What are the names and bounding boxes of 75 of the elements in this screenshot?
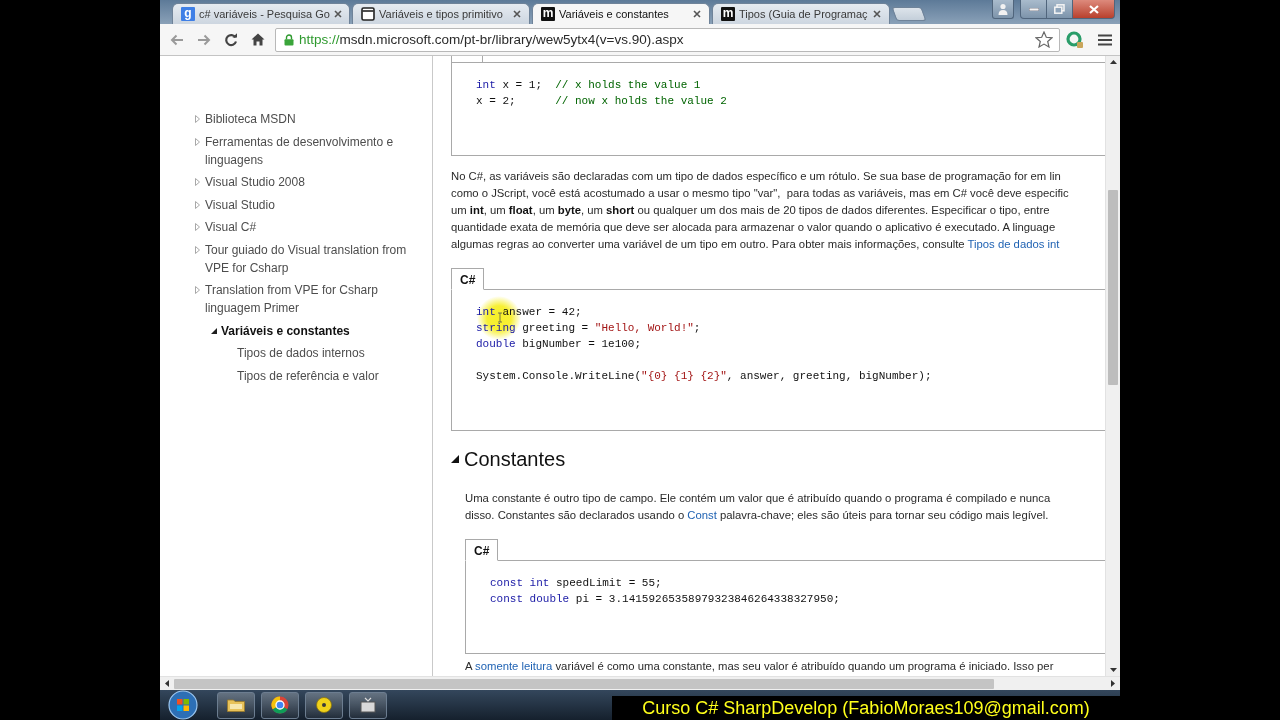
code-line: const int speedLimit = 55; bbox=[490, 576, 662, 591]
triangle-down-icon[interactable] bbox=[1109, 668, 1117, 672]
window-icon bbox=[361, 7, 375, 21]
scrollbar-thumb[interactable] bbox=[174, 678, 994, 689]
close-icon[interactable] bbox=[873, 10, 881, 18]
browser-tab[interactable]: Variáveis e tipos primitivo bbox=[352, 3, 530, 24]
start-orb-icon[interactable] bbox=[168, 690, 198, 720]
toc-link[interactable]: Visual C# bbox=[205, 218, 257, 236]
toc-link[interactable]: Tipos de dados internos bbox=[237, 344, 365, 362]
triangle-up-icon[interactable] bbox=[1109, 60, 1117, 64]
close-button[interactable] bbox=[1073, 0, 1115, 19]
close-icon[interactable] bbox=[333, 10, 342, 18]
code-line: x = 2; // now x holds the value 2 bbox=[476, 94, 727, 109]
taskbar-button[interactable] bbox=[217, 691, 255, 719]
corner-triangle-icon[interactable] bbox=[451, 455, 459, 463]
favicon: m bbox=[541, 7, 555, 21]
ring-icon bbox=[1066, 30, 1084, 49]
star-icon[interactable] bbox=[1035, 31, 1053, 48]
toc-link[interactable]: Visual Studio 2008 bbox=[205, 173, 305, 191]
new-tab-button[interactable] bbox=[891, 7, 927, 21]
minimize-icon bbox=[1028, 7, 1039, 11]
toc-link[interactable]: Biblioteca MSDN bbox=[205, 110, 296, 128]
padlock-icon bbox=[284, 33, 294, 46]
disc-icon bbox=[316, 697, 332, 713]
toc-link[interactable]: Ferramentas de desenvolvimento e linguagens bbox=[205, 132, 429, 169]
taskbar-button[interactable] bbox=[305, 691, 343, 719]
toc-link[interactable]: Variáveis e constantes bbox=[221, 321, 350, 340]
taskbar-button[interactable] bbox=[261, 691, 299, 719]
code-line: const double pi = 3.14159265358979323846264338327950; bbox=[490, 592, 840, 607]
paragraph: Uma constante é outro tipo de campo. Ele contém um valor que é atribuído quando o programa é compilado e nunca disso. Constantes são declarados usando o Const palavra-chave; eles são úteis para tornar seu código mais legível. bbox=[465, 491, 1052, 523]
menu-icon bbox=[1098, 33, 1112, 46]
favicon: g bbox=[181, 7, 195, 21]
paragraph: No C#, as variáveis são declaradas com um tipo de dados específico e um rótulo. Se sua base de programação for em lin como o JScript, você está acostumado a usar o mesmo tipo "var", para todas as variáveis, mas em C# você deve especific um int, um float, um byte, um short ou qualquer um dos mais de 20 tipos de dados diferentes. Especificar o tipo, entre quantidade exata de memória que deve ser alocada para armazenar o valor quando o aplicativo é executado. A linguage algumas regras ao converter uma variável de um tipo em outro. Para obter mais informações, consulte Tipos de dados int bbox=[451, 169, 1070, 252]
maximize-button[interactable] bbox=[1047, 0, 1073, 19]
address-field[interactable]: https://msdn.microsoft.com/pt-br/library/wew5ytx4(v=vs.90).aspx bbox=[275, 27, 1060, 52]
triangle-right-icon[interactable] bbox=[1111, 680, 1115, 687]
triangle-left-icon[interactable] bbox=[165, 680, 169, 687]
favicon: m bbox=[721, 7, 735, 21]
close-icon[interactable] bbox=[513, 10, 521, 18]
link[interactable]: Const bbox=[687, 509, 717, 521]
browser-tab[interactable]: g c# variáveis - Pesquisa Go bbox=[172, 3, 350, 24]
toc-link[interactable]: Tipos de referência e valor bbox=[237, 366, 379, 385]
minimize-button[interactable] bbox=[1020, 0, 1047, 19]
close-icon[interactable] bbox=[693, 10, 701, 18]
toc-link[interactable]: Translation from VPE for Csharp linguagem Primer bbox=[205, 281, 429, 317]
scrollbar-thumb[interactable] bbox=[1108, 190, 1118, 385]
profile-button[interactable] bbox=[992, 0, 1014, 19]
taskbar-button[interactable] bbox=[349, 691, 387, 719]
round-logo-icon bbox=[271, 696, 289, 714]
folder-icon bbox=[227, 698, 245, 712]
code-line: int x = 1; // x holds the value 1 bbox=[476, 78, 701, 93]
house-icon bbox=[250, 33, 265, 46]
corner-triangle-icon[interactable] bbox=[211, 327, 217, 334]
close-icon bbox=[1088, 4, 1099, 14]
browser-tab[interactable]: m Variáveis e constantes bbox=[532, 3, 710, 24]
left-arrow-icon bbox=[169, 33, 184, 46]
video-caption: Curso C# SharpDevelop (FabioMoraes109@gmail.com) bbox=[612, 696, 1120, 720]
language-tab[interactable]: C# bbox=[465, 539, 499, 561]
maximize-icon bbox=[1054, 4, 1065, 14]
vertical-scrollbar[interactable] bbox=[1105, 56, 1120, 676]
right-arrow-icon bbox=[196, 33, 211, 46]
link[interactable]: Tipos de dados int bbox=[967, 238, 1060, 250]
toc-link[interactable]: Visual Studio bbox=[205, 195, 275, 214]
section-heading: Constantes bbox=[464, 447, 566, 472]
reload-icon bbox=[223, 32, 238, 47]
code-line: System.Console.WriteLine("{0} {1} {2}", answer, greeting, bigNumber); bbox=[476, 369, 932, 384]
paragraph: A somente leitura variável é como uma constante, mas seu valor é atribuído quando um programa é iniciado. Isso per bbox=[465, 659, 1055, 674]
toc-link[interactable]: Tour guiado do Visual translation from VPE for Csharp bbox=[205, 240, 429, 277]
person-icon bbox=[998, 3, 1008, 15]
horizontal-scrollbar[interactable] bbox=[160, 676, 1120, 690]
link[interactable]: somente leitura bbox=[475, 660, 553, 672]
code-line: double bigNumber = 1e100; bbox=[476, 337, 642, 352]
language-tab[interactable]: C# bbox=[451, 268, 485, 290]
box-icon bbox=[360, 697, 376, 713]
browser-tab[interactable]: m Tipos (Guia de Programaç bbox=[712, 3, 890, 24]
